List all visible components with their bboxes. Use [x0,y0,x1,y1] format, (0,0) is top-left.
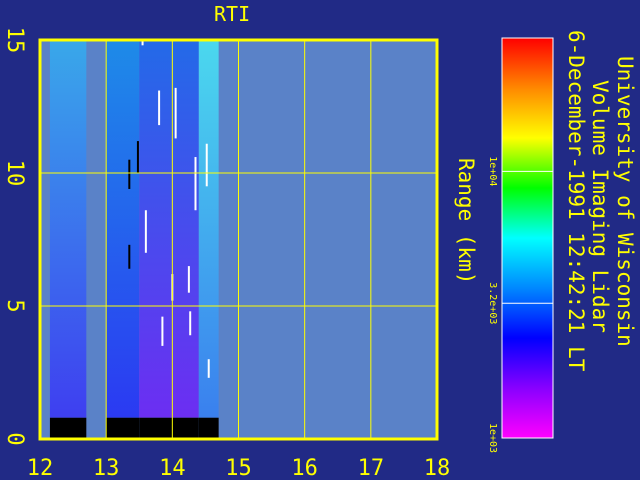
colorbar-label: 1e+04 [487,156,498,186]
data-columns [49,40,219,439]
chart-title: RTI [214,2,251,26]
rti-chart: 12 13 14 15 16 17 18 0 5 10 15 1e+04 3.2e+03 1e+03 [2,27,554,480]
colorbar-label: 3.2e+03 [487,282,498,324]
x-tick-label: 13 [93,456,120,480]
x-tick-label: 14 [159,456,186,480]
x-tick-label: 15 [225,456,252,480]
annotation-line-1: University of Wisconsin [613,56,637,347]
y-tick-labels: 0 5 10 15 [2,27,27,446]
y-axis-label: Range (km) [454,158,478,285]
x-tick-label: 16 [291,456,318,480]
x-tick-labels: 12 13 14 15 16 17 18 [27,456,451,480]
colorbar [501,37,554,439]
ground-return [49,417,87,439]
x-tick-label: 12 [27,456,54,480]
x-tick-label: 18 [424,456,451,480]
y-tick-label: 5 [2,299,27,312]
colorbar-labels: 1e+04 3.2e+03 1e+03 [487,156,498,453]
ground-return [139,417,199,439]
ground-return [198,417,219,439]
y-tick-label: 10 [2,160,27,187]
colorbar-label: 1e+03 [487,423,498,453]
data-column [106,40,140,418]
y-tick-label: 15 [2,27,27,54]
data-column [139,40,199,418]
data-column [49,40,87,418]
ground-return [106,417,140,439]
x-tick-label: 17 [358,456,385,480]
annotation-line-2: Volume Imaging Lidar [588,80,612,333]
annotation-line-3: 6-December-1991 12:42:21 LT [564,30,588,372]
y-tick-label: 0 [2,432,27,445]
